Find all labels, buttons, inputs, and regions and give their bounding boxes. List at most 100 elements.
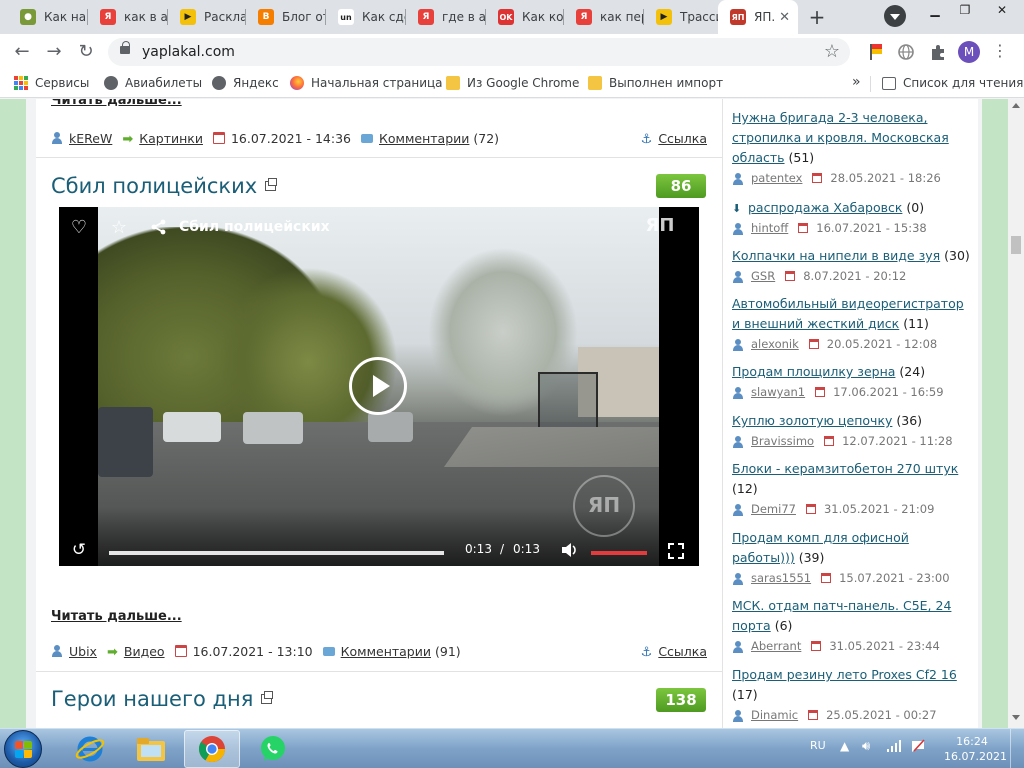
new-tab-button[interactable]: + [804,6,830,28]
sidebar-item[interactable]: Колпачки на нипели в виде зуя (30) GSR 8.… [732,246,972,286]
comments-link[interactable]: Комментарии [341,644,431,659]
sidebar-item[interactable]: Продам резину лето Proxes Cf2 16 (17) Di… [732,665,972,725]
scroll-thumb[interactable] [1011,236,1021,254]
category-link[interactable]: Картинки [139,131,203,146]
sidebar-item-author[interactable]: Aberrant [751,639,801,653]
tab-8[interactable]: ▶ Трасси [644,0,718,34]
sidebar-item-author[interactable]: alexonik [751,337,799,351]
post-title[interactable]: Сбил полицейских [51,174,278,198]
sidebar-item-title[interactable]: Автомобильный видеорегистратор и внешний… [732,296,964,331]
sidebar-item-author[interactable]: slawyan1 [751,385,805,399]
sidebar-item-author[interactable]: hintoff [751,221,788,235]
url-text[interactable]: yaplakal.com [142,44,235,60]
post-title-text[interactable]: Сбил полицейских [51,174,257,198]
sidebar-item-author[interactable]: saras1551 [751,571,811,585]
sidebar-item-author[interactable]: Demi77 [751,502,796,516]
tab-search-icon[interactable] [884,5,906,27]
sidebar-item-author[interactable]: Dinamic [751,708,798,722]
replay-icon[interactable]: ↺ [67,538,91,562]
volume-icon[interactable] [557,538,581,562]
volume-slider[interactable] [591,551,647,555]
tab-0[interactable]: ● Как на [8,0,88,34]
show-hidden-icons[interactable]: ▲ [840,739,849,753]
heart-icon[interactable]: ♡ [59,207,99,247]
whatsapp-icon[interactable] [245,730,301,768]
scroll-up-icon[interactable] [1012,103,1020,108]
profile-avatar[interactable]: M [958,41,980,63]
action-center-icon[interactable] [910,739,926,756]
internet-explorer-icon[interactable] [62,730,118,768]
page-scrollbar[interactable] [1008,99,1024,728]
show-desktop-button[interactable] [1010,729,1024,768]
sidebar-item[interactable]: Блоки - керамзитобетон 270 штук (12) Dem… [732,459,972,519]
back-icon[interactable]: ← [10,40,34,64]
bookmark-imported[interactable]: Выполнен импорт [588,76,723,90]
globe-extension-icon[interactable] [896,42,916,62]
video-player[interactable]: ♡ ☆ Сбил полицейских ЯП ЯП ↺ 0:13 / 0:13 [59,207,699,566]
sidebar-item-author[interactable]: GSR [751,269,775,283]
read-more-link[interactable]: Читать дальше... [51,609,182,624]
progress-bar[interactable] [109,551,444,555]
system-clock[interactable]: 16:24 16.07.2021 [944,734,1007,764]
author-link[interactable]: kEReW [69,131,112,146]
more-bookmarks-button[interactable]: » [852,74,861,90]
flag-extension-icon[interactable] [866,42,886,62]
star-icon[interactable]: ☆ [99,207,139,247]
bookmark-start-page[interactable]: Начальная страница [290,76,443,90]
language-indicator[interactable]: RU [810,739,826,752]
minimize-button[interactable]: ▁ [920,0,950,22]
tab-6[interactable]: OK Как ко [486,0,564,34]
address-bar[interactable]: yaplakal.com ☆ [108,38,850,66]
read-more-link[interactable]: Читать дальше... [51,99,182,108]
bookmark-from-chrome[interactable]: Из Google Chrome [446,76,579,90]
bookmark-star-icon[interactable]: ☆ [824,41,840,62]
bookmark-services[interactable]: Сервисы [14,76,89,90]
sidebar-item-title[interactable]: Блоки - керамзитобетон 270 штук [732,461,958,476]
puzzle-icon[interactable] [928,42,948,62]
tab-active[interactable]: ЯП ЯП. ✕ [718,0,798,34]
tab-1[interactable]: Я как в а [88,0,168,34]
category-link[interactable]: Видео [124,644,165,659]
sidebar-item-title[interactable]: распродажа Хабаровск [748,200,902,215]
chrome-taskbar-icon[interactable] [184,730,240,768]
post-title[interactable]: Герои нашего дня [51,687,274,711]
permalink[interactable]: Ссылка [658,131,707,146]
tab-2[interactable]: ▶ Раскла [168,0,246,34]
open-new-window-icon[interactable] [265,178,278,191]
scroll-down-icon[interactable] [1012,715,1020,720]
sidebar-item[interactable]: ⬇ распродажа Хабаровск (0) hintoff 16.07.2… [732,198,972,238]
comments-link[interactable]: Комментарии [379,131,469,146]
tab-3[interactable]: B Блог от [246,0,326,34]
share-icon[interactable] [139,207,179,247]
sidebar-item[interactable]: Куплю золотую цепочку (36) Bravissimo 12.… [732,411,972,451]
author-link[interactable]: Ubix [69,644,97,659]
tab-5[interactable]: Я где в а [406,0,486,34]
reading-list-button[interactable]: Список для чтения [882,76,1023,90]
sidebar-item-title[interactable]: Продам резину лето Proxes Cf2 16 [732,667,957,682]
forward-icon[interactable]: → [42,40,66,64]
reload-icon[interactable]: ↻ [74,40,98,64]
post-title-text[interactable]: Герои нашего дня [51,687,253,711]
explorer-icon[interactable] [123,730,179,768]
sidebar-item[interactable]: Автомобильный видеорегистратор и внешний… [732,294,972,354]
open-new-window-icon[interactable] [261,691,274,704]
sidebar-item[interactable]: Нужна бригада 2-3 человека, стропилка и … [732,108,972,188]
sidebar-item-title[interactable]: Куплю золотую цепочку [732,413,892,428]
sidebar-item-author[interactable]: Bravissimo [751,434,814,448]
sidebar-item-title[interactable]: Колпачки на нипели в виде зуя [732,248,940,263]
tab-7[interactable]: Я как пер [564,0,644,34]
fullscreen-icon[interactable] [668,543,684,559]
start-button[interactable] [4,730,42,768]
close-tab-icon[interactable]: ✕ [779,10,790,25]
sidebar-item-title[interactable]: МСК. отдам патч-панель. C5E, 24 порта [732,598,951,633]
bookmark-yandex[interactable]: Яндекс [212,76,279,90]
close-window-button[interactable]: ✕ [982,0,1022,22]
restore-button[interactable]: ❐ [950,0,980,22]
sidebar-item[interactable]: Продам площилку зерна (24) slawyan1 17.06… [732,362,972,402]
bookmark-aviabilety[interactable]: Авиабилеты [104,76,202,90]
sidebar-item[interactable]: Продам комп для офисной работы))) (39) s… [732,528,972,588]
sidebar-item-author[interactable]: patentex [751,171,802,185]
sidebar-item[interactable]: МСК. отдам патч-панель. C5E, 24 порта (6… [732,596,972,656]
menu-icon[interactable]: ⋮ [992,41,1008,63]
network-icon[interactable] [886,739,902,756]
